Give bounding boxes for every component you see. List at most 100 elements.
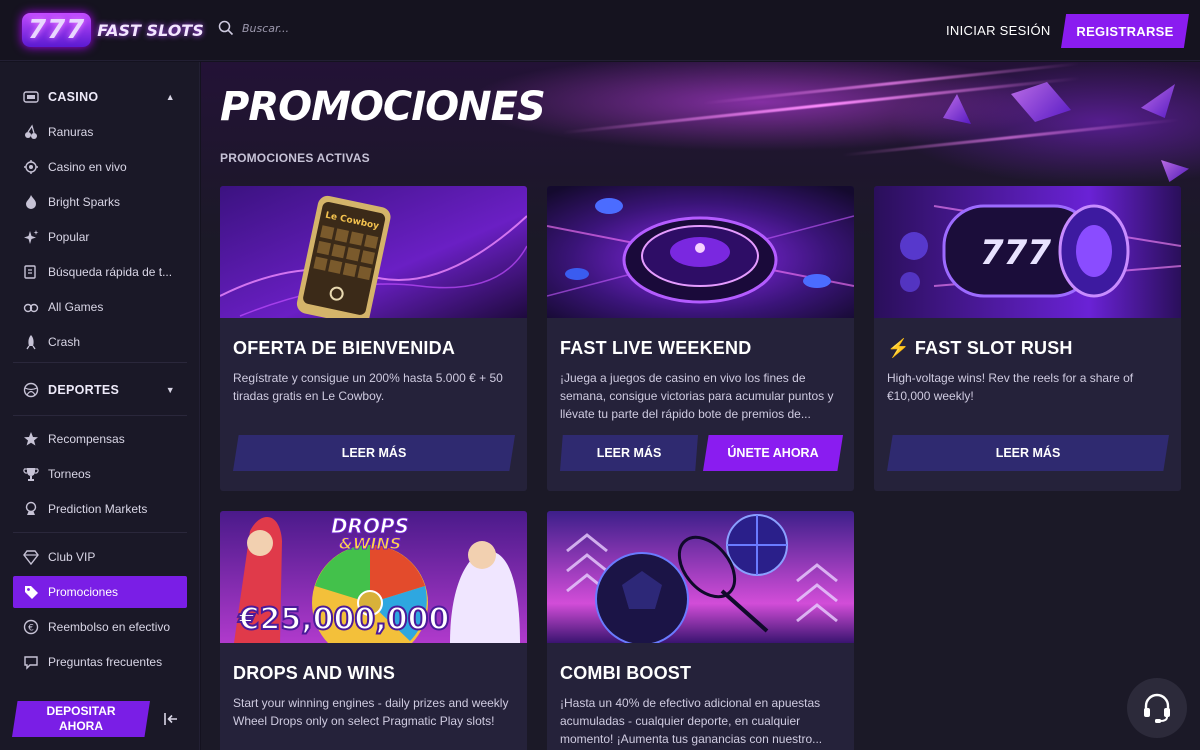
quick-search-icon bbox=[22, 264, 39, 281]
chevron-up-icon: ▲ bbox=[165, 92, 175, 102]
support-chat-button[interactable] bbox=[1127, 678, 1187, 738]
main-content: PROMOCIONES PROMOCIONES ACTIVAS Le Cowbo… bbox=[201, 62, 1200, 750]
image-amount: €25,000,000 bbox=[238, 602, 450, 637]
sidebar-item-all-games[interactable]: All Games bbox=[13, 291, 187, 323]
search-input[interactable] bbox=[242, 21, 422, 35]
sidebar-item-label: Reembolso en efectivo bbox=[48, 620, 171, 634]
sidebar-item-crash[interactable]: Crash bbox=[13, 326, 187, 358]
search-icon[interactable] bbox=[218, 20, 234, 36]
sidebar-section-casino[interactable]: CASINO ▲ bbox=[13, 81, 187, 113]
rocket-icon bbox=[22, 334, 39, 351]
sidebar-item-label: Prediction Markets bbox=[48, 502, 148, 516]
sidebar-item-club-vip[interactable]: Club VIP bbox=[13, 541, 187, 573]
logo-777: 777 bbox=[22, 13, 92, 47]
promo-image-phone: Le Cowboy bbox=[220, 186, 527, 318]
read-more-button[interactable]: LEER MÁS bbox=[233, 435, 515, 471]
promo-title: OFERTA DE BIENVENIDA bbox=[233, 338, 456, 358]
promo-description: Regístrate y consigue un 200% hasta 5.00… bbox=[233, 371, 503, 403]
deposit-label-line2: AHORA bbox=[59, 719, 103, 733]
promo-card-bienvenida: Le Cowboy OFERTA DE BIENVENIDA Regístrat… bbox=[220, 186, 527, 491]
sidebar-item-bright-sparks[interactable]: Bright Sparks bbox=[13, 186, 187, 218]
sidebar-item-label: Recompensas bbox=[48, 432, 125, 446]
sidebar-item-ranuras[interactable]: Ranuras bbox=[13, 116, 187, 148]
sidebar-item-prediction-markets[interactable]: Prediction Markets bbox=[13, 493, 187, 525]
sidebar-section-label: CASINO bbox=[48, 90, 99, 104]
sidebar-item-reembolso[interactable]: € Reembolso en efectivo bbox=[13, 611, 187, 643]
sidebar-item-label: Bright Sparks bbox=[48, 195, 121, 209]
sidebar-item-label: Promociones bbox=[48, 585, 119, 599]
promo-image-sports-balls bbox=[547, 511, 854, 643]
sidebar-item-label: Preguntas frecuentes bbox=[48, 655, 163, 669]
promo-image-roulette bbox=[547, 186, 854, 318]
top-bar: 777 FAST SLOTS INICIAR SESIÓN REGISTRARS… bbox=[0, 0, 1200, 61]
sidebar-item-label: Ranuras bbox=[48, 125, 94, 139]
ball-icon bbox=[22, 382, 39, 399]
sidebar: CASINO ▲ Ranuras Casino en vivo Bright S… bbox=[0, 62, 200, 750]
promo-title: COMBI BOOST bbox=[560, 663, 692, 683]
promo-title: DROPS AND WINS bbox=[233, 663, 396, 683]
logo-brand-text: FAST SLOTS bbox=[97, 20, 204, 40]
promo-card-fast-live-weekend: FAST LIVE WEEKEND ¡Juega a juegos de cas… bbox=[547, 186, 854, 491]
deposit-now-button[interactable]: DEPOSITAR AHORA bbox=[12, 701, 150, 737]
sidebar-section-deportes[interactable]: DEPORTES ▼ bbox=[13, 374, 187, 406]
cashback-icon: € bbox=[22, 619, 39, 636]
promo-card-combi-boost: COMBI BOOST ¡Hasta un 40% de efectivo ad… bbox=[547, 511, 854, 750]
casino-chip-icon bbox=[22, 89, 39, 106]
search-bar bbox=[218, 20, 422, 36]
sidebar-divider bbox=[13, 362, 187, 363]
site-logo[interactable]: 777 FAST SLOTS bbox=[22, 9, 204, 51]
prediction-icon bbox=[22, 501, 39, 518]
star-icon bbox=[22, 431, 39, 448]
collapse-icon bbox=[164, 712, 177, 725]
live-casino-icon bbox=[22, 159, 39, 176]
sidebar-item-label: All Games bbox=[48, 300, 104, 314]
sparkles-icon bbox=[22, 229, 39, 246]
promo-title: ⚡ FAST SLOT RUSH bbox=[887, 338, 1073, 359]
promo-title-text: FAST SLOT RUSH bbox=[914, 338, 1073, 358]
sidebar-item-popular[interactable]: Popular bbox=[13, 221, 187, 253]
read-more-button[interactable]: LEER MÁS bbox=[887, 435, 1169, 471]
section-subtitle: PROMOCIONES ACTIVAS bbox=[220, 151, 370, 165]
sidebar-item-label: Club VIP bbox=[48, 550, 96, 564]
page-title: PROMOCIONES bbox=[220, 84, 546, 130]
headset-icon bbox=[1144, 693, 1170, 723]
svg-text:€: € bbox=[28, 624, 34, 634]
sidebar-section-label: DEPORTES bbox=[48, 383, 120, 397]
joystick-icon bbox=[22, 299, 39, 316]
sidebar-item-label: Crash bbox=[48, 335, 81, 349]
sidebar-item-recompensas[interactable]: Recompensas bbox=[13, 423, 187, 455]
read-more-button[interactable]: LEER MÁS bbox=[560, 435, 698, 471]
sidebar-divider bbox=[13, 532, 187, 533]
chevron-down-icon: ▼ bbox=[165, 385, 175, 395]
sidebar-item-torneos[interactable]: Torneos bbox=[13, 458, 187, 490]
diamond-icon bbox=[22, 549, 39, 566]
sidebar-item-casino-en-vivo[interactable]: Casino en vivo bbox=[13, 151, 187, 183]
login-button[interactable]: INICIAR SESIÓN bbox=[940, 14, 1057, 48]
promo-image-slot-reel: 777 bbox=[874, 186, 1181, 318]
trophy-icon bbox=[22, 466, 39, 483]
sidebar-item-faq[interactable]: Preguntas frecuentes bbox=[13, 646, 187, 678]
sidebar-item-promociones[interactable]: Promociones bbox=[13, 576, 187, 608]
promo-title: FAST LIVE WEEKEND bbox=[560, 338, 752, 358]
sidebar-item-label: Búsqueda rápida de t... bbox=[48, 265, 173, 279]
image-caption: 777 bbox=[980, 233, 1051, 273]
sidebar-item-busqueda-rapida[interactable]: Búsqueda rápida de t... bbox=[13, 256, 187, 288]
sidebar-item-label: Casino en vivo bbox=[48, 160, 127, 174]
collapse-sidebar-button[interactable] bbox=[160, 709, 182, 731]
promo-image-drops-wins: DROPS &WINS €25,000,000 bbox=[220, 511, 527, 643]
promo-card-fast-slot-rush: 777 ⚡ FAST SLOT RUSH High-voltage wins! … bbox=[874, 186, 1181, 491]
join-now-button[interactable]: ÚNETE AHORA bbox=[703, 435, 843, 471]
promo-description: ¡Hasta un 40% de efectivo adicional en a… bbox=[560, 696, 823, 746]
lightning-icon: ⚡ bbox=[887, 338, 910, 358]
faq-icon bbox=[22, 654, 39, 671]
cherries-icon bbox=[22, 124, 39, 141]
promo-tag-icon bbox=[22, 584, 39, 601]
image-title-wins: &WINS bbox=[339, 534, 401, 553]
sidebar-item-label: Popular bbox=[48, 230, 90, 244]
promo-description: ¡Juega a juegos de casino en vivo los fi… bbox=[560, 371, 834, 421]
deposit-label-line1: DEPOSITAR bbox=[46, 704, 116, 718]
register-button[interactable]: REGISTRARSE bbox=[1061, 14, 1189, 48]
promo-card-drops-and-wins: DROPS &WINS €25,000,000 DROPS AND WINS S… bbox=[220, 511, 527, 750]
flame-icon bbox=[22, 194, 39, 211]
sidebar-divider bbox=[13, 415, 187, 416]
